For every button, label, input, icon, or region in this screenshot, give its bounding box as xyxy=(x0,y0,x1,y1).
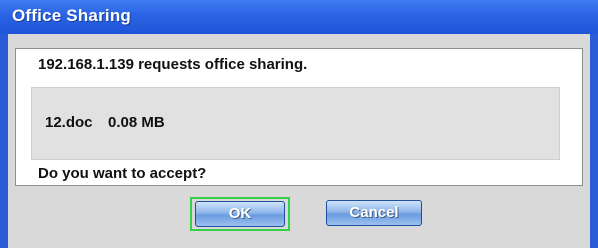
window-title: Office Sharing xyxy=(12,6,131,25)
office-sharing-dialog: Office Sharing 192.168.1.139 requests of… xyxy=(0,0,598,248)
request-message: 192.168.1.139 requests office sharing. xyxy=(38,56,308,73)
file-info-box: 12.doc 0.08 MB xyxy=(31,87,560,160)
file-size: 0.08 MB xyxy=(108,114,165,131)
dialog-body: 192.168.1.139 requests office sharing. 1… xyxy=(8,34,590,248)
accept-question: Do you want to accept? xyxy=(38,165,207,182)
ok-button[interactable]: OK xyxy=(195,201,285,227)
title-bar[interactable]: Office Sharing xyxy=(0,0,598,34)
cancel-button[interactable]: Cancel xyxy=(326,200,422,226)
file-name: 12.doc xyxy=(45,114,93,131)
message-panel: 192.168.1.139 requests office sharing. 1… xyxy=(15,48,583,186)
ok-button-focus-ring: OK xyxy=(190,197,290,231)
